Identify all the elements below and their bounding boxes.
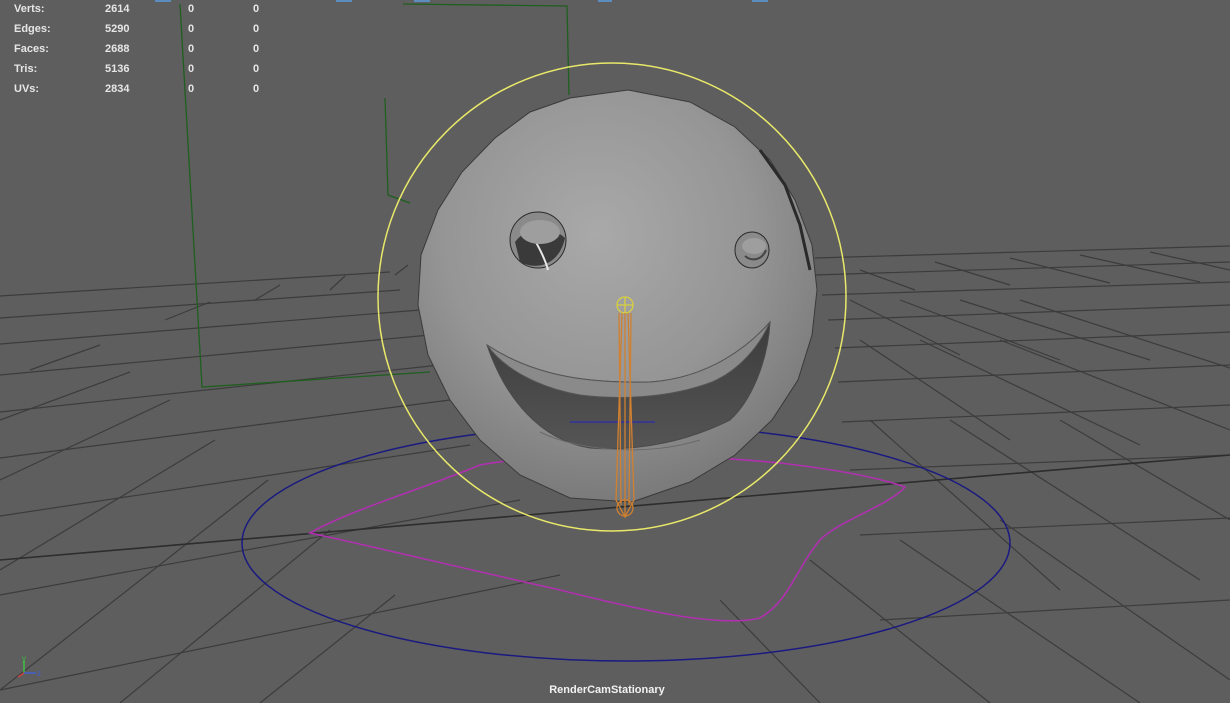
hud-value: 0 (253, 23, 260, 35)
hud-value: 0 (188, 23, 195, 35)
right-eye[interactable] (734, 231, 770, 269)
hud-value: 0 (188, 83, 195, 95)
hud-label-verts: Verts: (14, 3, 45, 15)
hud-value: 2688 (105, 43, 130, 55)
axis-label-z: z (37, 669, 41, 678)
hud-value: 0 (253, 43, 260, 55)
camera-name-label: RenderCamStationary (549, 684, 665, 696)
hud-label-tris: Tris: (14, 63, 38, 75)
hud-value: 0 (253, 3, 260, 15)
hud-label-edges: Edges: (14, 23, 51, 35)
hud-value: 0 (188, 3, 195, 15)
hud-value: 5290 (105, 23, 130, 35)
viewport-panel[interactable]: y z Verts: 2614 0 0 Edges: 5290 0 0 Face… (0, 0, 1230, 703)
hud-value: 0 (253, 63, 260, 75)
hud-label-uvs: UVs: (14, 83, 40, 95)
hud-label-faces: Faces: (14, 43, 49, 55)
hud-value: 0 (188, 63, 195, 75)
hud-value: 2834 (105, 83, 130, 95)
hud-value: 5136 (105, 63, 130, 75)
hud-value: 0 (253, 83, 260, 95)
hud-value: 0 (188, 43, 195, 55)
axis-label-y: y (22, 654, 26, 663)
axis-gizmo: y z (17, 654, 41, 678)
hud-value: 2614 (105, 3, 130, 15)
scene-3d-view[interactable]: y z (0, 0, 1230, 703)
